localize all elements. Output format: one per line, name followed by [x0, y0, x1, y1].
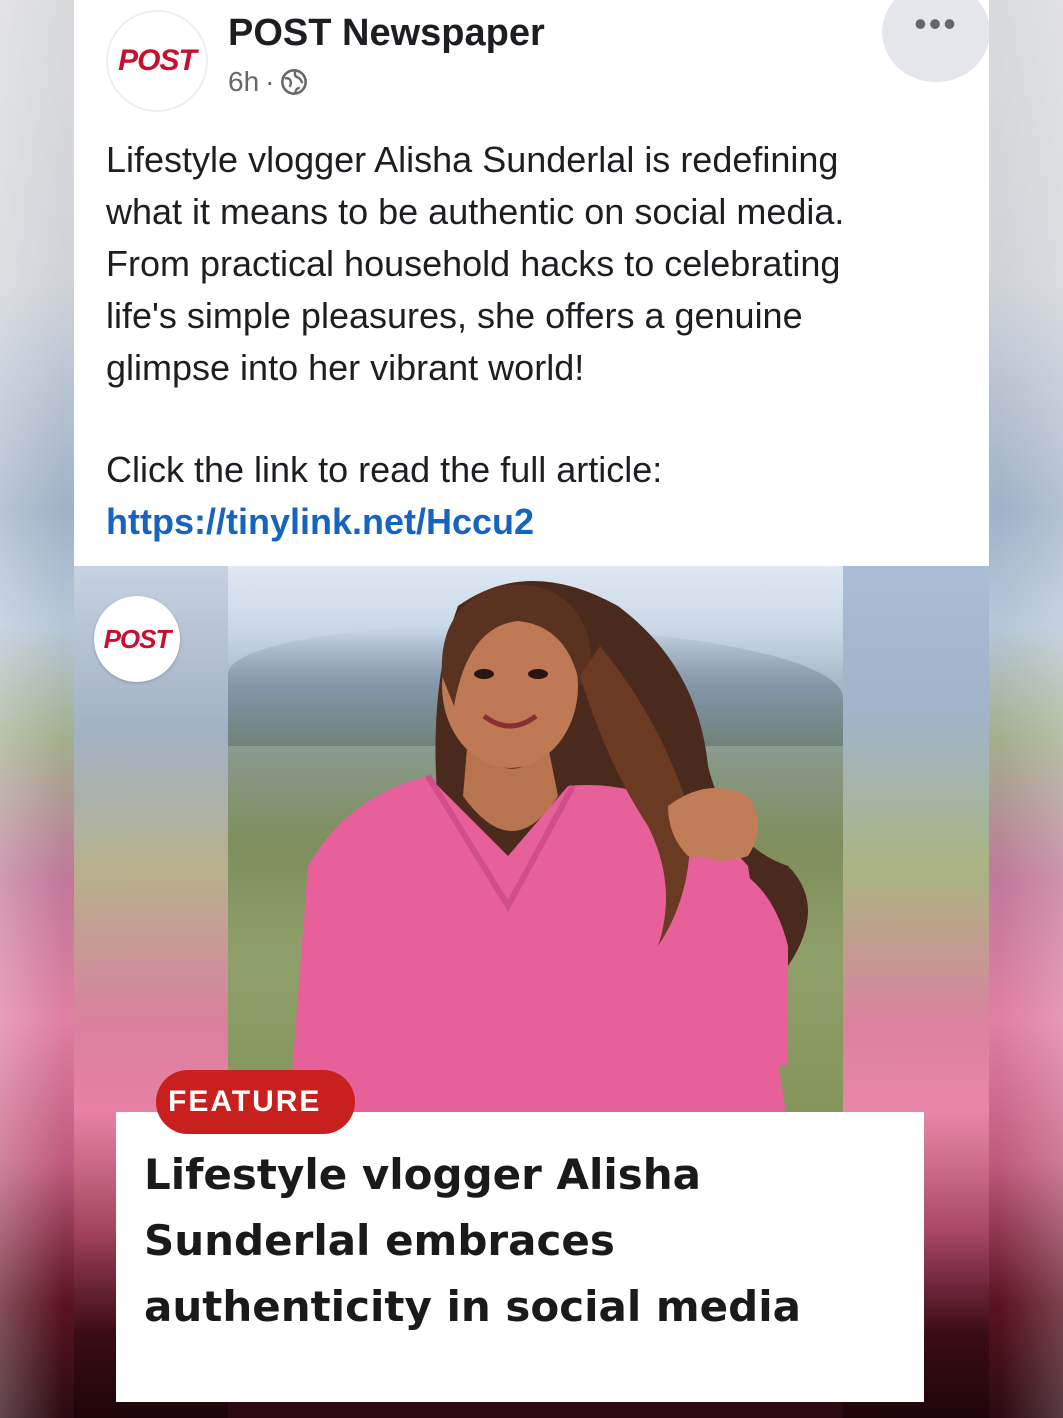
globe-icon — [281, 69, 308, 95]
post-time[interactable]: 6h — [228, 66, 259, 98]
article-headline: Lifestyle vlogger Alisha Sunderlal embra… — [144, 1150, 801, 1331]
more-options-button[interactable]: ••• — [882, 0, 989, 82]
feature-photo — [228, 566, 843, 1126]
cta-text: Click the link to read the full article: — [106, 449, 663, 490]
post-logo: POST — [118, 44, 197, 77]
post-body-line: Lifestyle vlogger Alisha Sunderlal is re… — [106, 139, 839, 180]
post-image[interactable]: POST Lifestyle vlogger Alisha Sunderlal … — [74, 566, 989, 1418]
post-body: Lifestyle vlogger Alisha Sunderlal is re… — [106, 134, 966, 394]
post-body-line: From practical household hacks to celebr… — [106, 243, 841, 284]
feature-badge: FEATURE — [156, 1070, 356, 1134]
post-body-line: life's simple pleasures, she offers a ge… — [106, 295, 803, 336]
page-name[interactable]: POST Newspaper — [228, 12, 545, 55]
meta-separator: · — [265, 66, 275, 97]
media-post-logo: POST — [94, 596, 180, 682]
post-card: POST POST Newspaper 6h · ••• Lifestyle v… — [74, 0, 989, 1418]
media-logo-text: POST — [103, 623, 172, 654]
more-options-icon: ••• — [914, 3, 958, 44]
headline-box: Lifestyle vlogger Alisha Sunderlal embra… — [116, 1112, 924, 1402]
post-body-line: what it means to be authentic on social … — [106, 191, 845, 232]
post-body-line: glimpse into her vibrant world! — [106, 347, 585, 388]
article-link[interactable]: https://tinylink.net/Hccu2 — [106, 496, 534, 548]
post-header: POST POST Newspaper 6h · ••• — [74, 0, 989, 120]
post-meta: 6h · — [228, 66, 308, 98]
page-avatar[interactable]: POST — [106, 10, 208, 112]
woman-portrait — [288, 581, 808, 1126]
